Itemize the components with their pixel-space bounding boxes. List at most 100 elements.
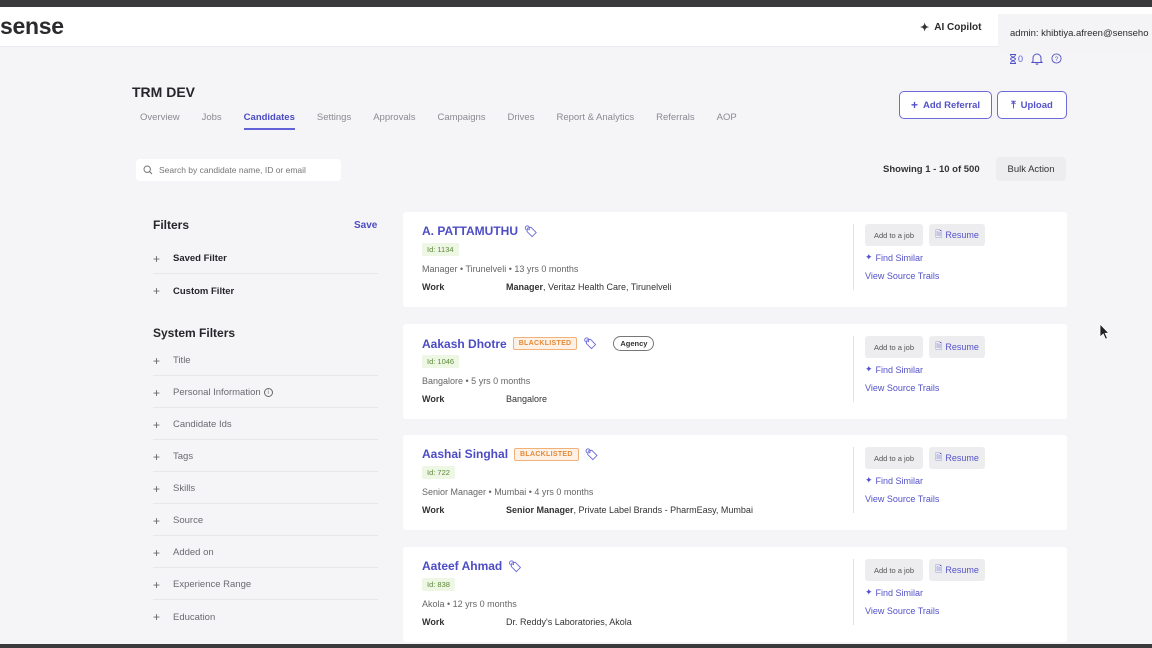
tab-referrals[interactable]: Referrals <box>656 112 695 130</box>
work-details: Bangalore <box>506 394 548 404</box>
work-label: Work <box>422 394 445 404</box>
tag-icon[interactable]: 🏷︎ <box>508 560 522 573</box>
resume-label: Resume <box>945 453 979 463</box>
plus-icon: + <box>153 513 161 528</box>
resume-button[interactable]: 🗎 Resume <box>929 336 985 358</box>
tag-icon[interactable]: 🏷︎ <box>583 337 597 350</box>
saved-filter-label: Saved Filter <box>173 253 227 264</box>
tag-icon[interactable]: 🏷︎ <box>524 225 538 238</box>
resume-label: Resume <box>945 230 979 240</box>
work-value: Dr. Reddy's Laboratories, Akola <box>506 617 632 627</box>
candidate-subtitle: Manager • Tirunelveli • 13 yrs 0 months <box>422 264 579 274</box>
candidate-name[interactable]: Aakash Dhotre <box>422 337 507 351</box>
filter-label: Education <box>173 611 216 623</box>
candidate-search-box[interactable] <box>136 159 341 181</box>
find-similar-link[interactable]: ✦ Find Similar <box>865 475 923 486</box>
view-source-trails-link[interactable]: View Source Trails <box>865 271 939 281</box>
tab-jobs[interactable]: Jobs <box>202 112 222 130</box>
plus-icon: + <box>153 545 161 560</box>
plus-icon: + <box>153 610 161 624</box>
admin-account[interactable]: admin: khibtiya.afreen@senseho <box>998 14 1152 54</box>
resume-button[interactable]: 🗎 Resume <box>929 447 985 469</box>
tab-candidates[interactable]: Candidates <box>243 112 295 130</box>
add-referral-button[interactable]: + Add Referral <box>899 91 992 119</box>
bulk-action-button[interactable]: Bulk Action <box>996 157 1066 181</box>
plus-icon: + <box>153 284 161 298</box>
find-similar-label: Find Similar <box>875 364 924 375</box>
card-divider <box>853 336 854 402</box>
filters-save-link[interactable]: Save <box>354 220 377 231</box>
filter-candidate-ids-row[interactable]: + Candidate Ids <box>153 410 378 440</box>
view-source-trails-link[interactable]: View Source Trails <box>865 606 939 616</box>
filter-label: Added on <box>173 547 214 558</box>
tab-overview[interactable]: Overview <box>140 112 180 130</box>
filter-label: Title <box>173 355 191 366</box>
find-similar-link[interactable]: ✦ Find Similar <box>865 364 923 375</box>
filter-source-row[interactable]: + Source <box>153 506 378 536</box>
upload-label: Upload <box>1020 99 1053 111</box>
filter-tags-row[interactable]: + Tags <box>153 442 378 472</box>
tab-settings[interactable]: Settings <box>317 112 351 130</box>
tab-report-analytics[interactable]: Report & Analytics <box>556 112 634 130</box>
tab-aop[interactable]: AOP <box>717 112 737 130</box>
svg-text:?: ? <box>1055 57 1059 63</box>
project-title: TRM DEV <box>132 84 195 100</box>
plus-icon: + <box>153 251 161 266</box>
add-referral-label: Add Referral <box>923 99 981 111</box>
filter-title-row[interactable]: + Title <box>153 346 378 376</box>
candidate-search-input[interactable] <box>159 165 329 175</box>
filter-experience-range-row[interactable]: + Experience Range <box>153 570 378 600</box>
add-to-job-button[interactable]: Add to a job <box>865 336 923 358</box>
work-details: , Veritaz Health Care, Tirunelveli <box>543 282 672 292</box>
find-similar-link[interactable]: ✦ Find Similar <box>865 252 923 263</box>
tag-icon[interactable]: 🏷︎ <box>585 448 599 461</box>
add-to-job-button[interactable]: Add to a job <box>865 224 923 246</box>
help-icon[interactable]: ? <box>1051 53 1062 64</box>
saved-filter-row[interactable]: + Saved Filter <box>153 244 378 274</box>
candidate-name[interactable]: Aashai Singhal <box>422 447 508 461</box>
tab-drives[interactable]: Drives <box>508 112 535 130</box>
mouse-cursor-icon <box>1099 323 1110 340</box>
view-source-trails-link[interactable]: View Source Trails <box>865 383 939 393</box>
filter-added-on-row[interactable]: + Added on <box>153 538 378 568</box>
candidate-name[interactable]: Aateef Ahmad <box>422 559 502 573</box>
search-icon <box>143 165 153 175</box>
add-to-job-button[interactable]: Add to a job <box>865 559 923 581</box>
work-role: Senior Manager <box>506 505 574 515</box>
plus-icon: + <box>153 353 161 368</box>
card-divider <box>853 447 854 513</box>
plus-icon: + <box>153 577 161 592</box>
tab-approvals[interactable]: Approvals <box>373 112 415 130</box>
upload-button[interactable]: ⤒ Upload <box>997 91 1067 119</box>
filter-personal-information-row[interactable]: + Personal Information i <box>153 378 378 408</box>
plus-icon: + <box>153 385 161 400</box>
blacklisted-badge: BLACKLISTED <box>512 337 578 350</box>
ai-copilot-button[interactable]: ✦ AI Copilot <box>920 21 981 34</box>
hourglass-counter[interactable]: 0 <box>1009 54 1023 64</box>
filter-education-row[interactable]: + Education <box>153 602 378 632</box>
work-value: Bangalore <box>506 394 547 404</box>
sparkle-icon: ✦ <box>865 364 873 374</box>
view-source-trails-link[interactable]: View Source Trails <box>865 494 939 504</box>
bell-icon[interactable] <box>1031 52 1043 65</box>
add-to-job-button[interactable]: Add to a job <box>865 447 923 469</box>
find-similar-link[interactable]: ✦ Find Similar <box>865 587 923 598</box>
filter-label: Tags <box>173 451 194 462</box>
candidate-name[interactable]: A. PATTAMUTHU <box>422 224 518 238</box>
sparkle-icon: ✦ <box>865 252 873 262</box>
filter-label: Source <box>173 515 204 526</box>
resume-button[interactable]: 🗎 Resume <box>929 224 985 246</box>
tab-campaigns[interactable]: Campaigns <box>437 112 485 130</box>
find-similar-label: Find Similar <box>875 475 924 486</box>
candidate-card: Aakash Dhotre BLACKLISTED 🏷︎ Agency Id: … <box>403 324 1067 419</box>
plus-icon: + <box>910 98 918 112</box>
info-icon[interactable]: i <box>263 388 273 397</box>
app-logo[interactable]: sense <box>0 13 64 40</box>
work-details: , Private Label Brands - PharmEasy, Mumb… <box>573 505 753 515</box>
resume-button[interactable]: 🗎 Resume <box>929 559 985 581</box>
filter-skills-row[interactable]: + Skills <box>153 474 378 504</box>
custom-filter-row[interactable]: + Custom Filter <box>153 276 378 306</box>
filter-label: Experience Range <box>173 579 252 590</box>
utility-icons: 0 ? <box>1009 52 1062 65</box>
results-count: Showing 1 - 10 of 500 <box>883 164 980 175</box>
